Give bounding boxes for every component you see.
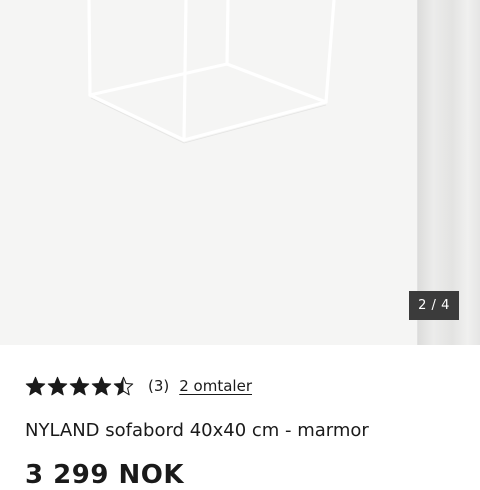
rating-count: (3)	[148, 377, 170, 395]
star-full-icon	[91, 376, 112, 395]
product-image	[87, 0, 336, 144]
rating-stars	[25, 376, 134, 397]
star-full-icon	[25, 376, 46, 395]
product-image-gallery[interactable]: 2 / 4	[0, 0, 480, 345]
product-price: 3 299 NOK	[25, 460, 184, 490]
star-full-icon	[69, 376, 90, 395]
image-counter: 2 / 4	[409, 291, 459, 320]
reviews-link[interactable]: 2 omtaler	[179, 377, 252, 395]
star-half-icon	[113, 376, 134, 395]
product-rating: (3) 2 omtaler	[25, 374, 252, 398]
star-full-icon	[47, 376, 68, 395]
product-title: NYLAND sofabord 40x40 cm - marmor	[25, 420, 369, 441]
